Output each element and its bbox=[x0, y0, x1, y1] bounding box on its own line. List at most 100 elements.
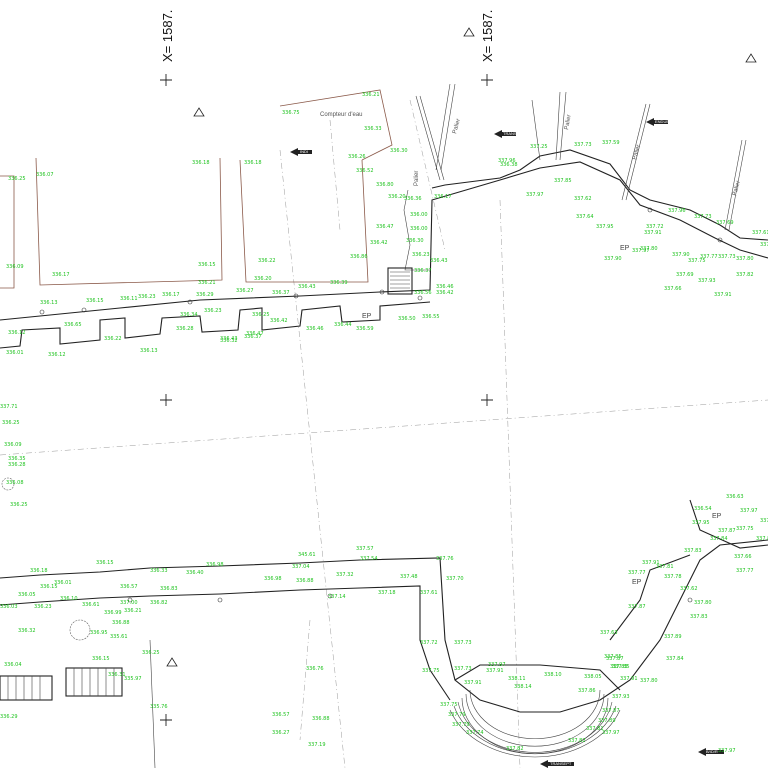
elevation-label: 337.97 bbox=[740, 508, 758, 514]
elevation-label: 335.97 bbox=[124, 676, 142, 682]
water-meter-label: Compteur d'eau bbox=[320, 112, 363, 118]
elevation-label: 337.69 bbox=[676, 272, 694, 278]
elevation-label: 336.21 bbox=[198, 280, 216, 286]
elevation-label: 336.43 bbox=[430, 258, 448, 264]
elevation-label: 337.73 bbox=[718, 254, 736, 260]
elevation-label: 336.75 bbox=[282, 110, 300, 116]
elevation-label: 337.93 bbox=[698, 278, 716, 284]
elevation-label: 335.76 bbox=[150, 704, 168, 710]
elevation-label: 337.91 bbox=[714, 292, 732, 298]
elevation-label: 338.11 bbox=[508, 676, 526, 682]
elevation-label: 336.42 bbox=[436, 290, 454, 296]
elevation-label: 336.18 bbox=[192, 160, 210, 166]
elevation-label: 337.97 bbox=[718, 748, 736, 754]
elevation-label: 336.28 bbox=[176, 326, 194, 332]
reference-points bbox=[39, 207, 723, 603]
elevation-label: 336.28 bbox=[8, 462, 26, 468]
elevation-label: 336.25 bbox=[142, 650, 160, 656]
elevation-label: 337.48 bbox=[400, 574, 418, 580]
elevation-label: 336.07 bbox=[36, 172, 54, 178]
elevation-label: 336.04 bbox=[4, 662, 22, 668]
elevation-label: 337.32 bbox=[336, 572, 354, 578]
elevation-label: 337.89 bbox=[598, 718, 616, 724]
elevation-label: 336.03 bbox=[0, 604, 18, 610]
elevation-label: 337.80 bbox=[640, 246, 658, 252]
elevation-label: 337.96 bbox=[498, 158, 516, 164]
elevation-label: 336.37 bbox=[272, 290, 290, 296]
elevation-label: 336.15 bbox=[198, 262, 216, 268]
elevation-label: 336.22 bbox=[104, 336, 122, 342]
elevation-label: 337.82 bbox=[506, 746, 524, 752]
elevation-label: 336.27 bbox=[236, 288, 254, 294]
elevation-label: 336.25 bbox=[252, 312, 270, 318]
elevation-label: 337.80 bbox=[640, 678, 658, 684]
elevation-label: 336.61 bbox=[82, 602, 100, 608]
elevation-label: 337.78 bbox=[664, 574, 682, 580]
elevation-label: 337.79 bbox=[452, 722, 470, 728]
ep-label: EP bbox=[362, 313, 372, 320]
elevation-label: 336.47 bbox=[376, 224, 394, 230]
parcel-boundaries bbox=[0, 89, 393, 289]
elevation-label: 337.80 bbox=[756, 536, 768, 542]
elevation-label: 337.77 bbox=[628, 570, 646, 576]
elevation-label: 336.42 bbox=[270, 318, 288, 324]
elevation-label: 336.88 bbox=[312, 716, 330, 722]
tag-label: TRANSEPT bbox=[550, 761, 572, 766]
elevation-label: 337.97 bbox=[526, 192, 544, 198]
elevation-label: 336.33 bbox=[364, 126, 382, 132]
elevation-label: 336.65 bbox=[64, 322, 82, 328]
elevation-label: 336.11 bbox=[120, 296, 138, 302]
elevation-label: 336.31 bbox=[108, 672, 126, 678]
elevation-label: 336.17 bbox=[162, 292, 180, 298]
elevation-label: 336.88 bbox=[112, 620, 130, 626]
elevation-label: 336.98 bbox=[206, 562, 224, 568]
elevation-label: 336.15 bbox=[40, 584, 58, 590]
elevation-label: 336.63 bbox=[726, 494, 744, 500]
elevation-label: 337.93 bbox=[760, 518, 768, 524]
elevation-label: 337.84 bbox=[666, 656, 684, 662]
elevation-label: 336.44 bbox=[334, 322, 352, 328]
elevation-label: 336.80 bbox=[376, 182, 394, 188]
elevation-label: 336.39 bbox=[330, 280, 348, 286]
elevation-label: 337.64 bbox=[576, 214, 594, 220]
elevation-label: 337.84 bbox=[710, 536, 728, 542]
elevation-label: 335.61 bbox=[110, 634, 128, 640]
elevation-label: 337.64 bbox=[760, 242, 768, 248]
elevation-label: 337.91 bbox=[644, 230, 662, 236]
elevation-label: 336.59 bbox=[356, 326, 374, 332]
elevation-label: 337.89 bbox=[664, 634, 682, 640]
ep-label: EP bbox=[632, 579, 642, 586]
palier-label: Palier bbox=[564, 114, 573, 130]
elevation-label: 336.50 bbox=[398, 316, 416, 322]
elevation-label: 337.82 bbox=[736, 272, 754, 278]
elevation-label: 336.82 bbox=[150, 600, 168, 606]
elevation-label: 337.61 bbox=[752, 230, 768, 236]
elevation-label: 337.96 bbox=[668, 208, 686, 214]
elevation-label: 337.71 bbox=[0, 404, 18, 410]
elevation-label: 336.29 bbox=[0, 714, 18, 720]
elevation-label: 336.54 bbox=[694, 506, 712, 512]
elevation-label: 336.25 bbox=[10, 502, 28, 508]
elevation-label: 337.19 bbox=[308, 742, 326, 748]
elevation-label: 337.77 bbox=[736, 568, 754, 574]
elevation-label: 337.83 bbox=[690, 614, 708, 620]
elevation-label: 336.15 bbox=[96, 560, 114, 566]
ep-label: EP bbox=[712, 513, 722, 520]
palier-label: Palier bbox=[452, 118, 462, 134]
elevation-label: 337.93 bbox=[612, 694, 630, 700]
elevation-label: 336.25 bbox=[8, 176, 26, 182]
elevation-label: 337.72 bbox=[420, 640, 438, 646]
tag-label: ENDUE bbox=[655, 119, 669, 124]
elevation-label: 337.95 bbox=[596, 224, 614, 230]
elevation-label: 336.83 bbox=[160, 586, 178, 592]
stairs-top bbox=[387, 267, 413, 295]
elevation-label: 337.81 bbox=[586, 726, 604, 732]
elevation-label: 336.23 bbox=[34, 604, 52, 610]
elevation-label: 337.97 bbox=[602, 730, 620, 736]
elevation-label: 336.40 bbox=[186, 570, 204, 576]
elevation-label: 336.12 bbox=[8, 330, 26, 336]
elevation-label: 337.73 bbox=[454, 666, 472, 672]
palier-label: Palier bbox=[732, 180, 742, 196]
elevation-label: 338.14 bbox=[514, 684, 532, 690]
elevation-label: 337.82 bbox=[568, 738, 586, 744]
